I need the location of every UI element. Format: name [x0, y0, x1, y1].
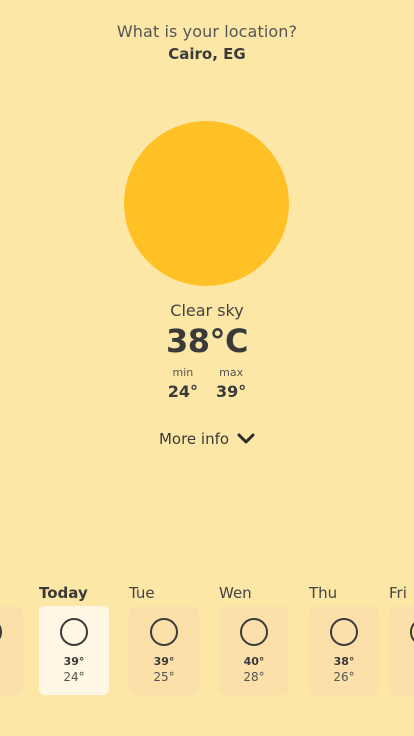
more-info-label: More info [158, 430, 230, 448]
forecast-card[interactable]: 38° 26° [309, 606, 379, 695]
forecast-day-name: Tue [129, 584, 155, 602]
min-max-temperatures: min 24° max 39° [0, 366, 414, 401]
forecast-card[interactable]: 39° 25° [129, 606, 199, 695]
sun-illustration [124, 121, 289, 286]
forecast-low: 26° [333, 670, 355, 684]
forecast-card[interactable]: 40° 28° [219, 606, 289, 695]
min-label: min [172, 366, 194, 379]
current-conditions: Clear sky 38°C min 24° max 39° [0, 301, 414, 401]
more-info-button[interactable]: More info [0, 430, 414, 448]
forecast-low: 24° [63, 670, 85, 684]
location-section: What is your location? Cairo, EG [0, 22, 414, 63]
sun-outline-icon [330, 618, 358, 646]
forecast-card[interactable] [0, 606, 23, 695]
min-value: 24° [167, 382, 198, 401]
forecast-card[interactable]: 39° 24° [39, 606, 109, 695]
forecast-day-today[interactable]: Today 39° 24° [39, 582, 109, 695]
forecast-day[interactable]: Fri [389, 582, 414, 695]
sun-outline-icon [240, 618, 268, 646]
forecast-day-name: Wen [219, 584, 252, 602]
forecast-strip[interactable]: Today 39° 24° Tue 39° 25° Wen 40° 28° Th… [0, 582, 414, 702]
max-temperature: max 39° [216, 366, 246, 401]
forecast-high: 38° [333, 655, 355, 668]
forecast-day[interactable] [0, 582, 23, 695]
sun-outline-icon [60, 618, 88, 646]
forecast-day[interactable]: Tue 39° 25° [129, 582, 199, 695]
max-label: max [219, 366, 244, 379]
forecast-day[interactable]: Thu 38° 26° [309, 582, 379, 695]
forecast-low: 28° [243, 670, 265, 684]
forecast-low: 25° [153, 670, 175, 684]
min-temperature: min 24° [168, 366, 198, 401]
max-value: 39° [216, 382, 247, 401]
sun-outline-icon [0, 618, 2, 646]
location-prompt[interactable]: What is your location? [0, 22, 414, 41]
location-value[interactable]: Cairo, EG [0, 45, 414, 63]
forecast-high: 39° [63, 655, 85, 668]
forecast-high: 40° [243, 655, 265, 668]
chevron-down-icon [237, 433, 255, 444]
forecast-day-name [0, 582, 23, 606]
forecast-card[interactable] [389, 606, 414, 695]
forecast-day-name: Fri [389, 584, 407, 602]
forecast-day-name: Thu [309, 584, 338, 602]
forecast-day[interactable]: Wen 40° 28° [219, 582, 289, 695]
condition-text: Clear sky [170, 301, 244, 320]
forecast-high: 39° [153, 655, 175, 668]
forecast-day-name: Today [39, 584, 88, 602]
sun-outline-icon [410, 618, 414, 646]
current-temperature: 38°C [165, 322, 249, 360]
sun-outline-icon [150, 618, 178, 646]
